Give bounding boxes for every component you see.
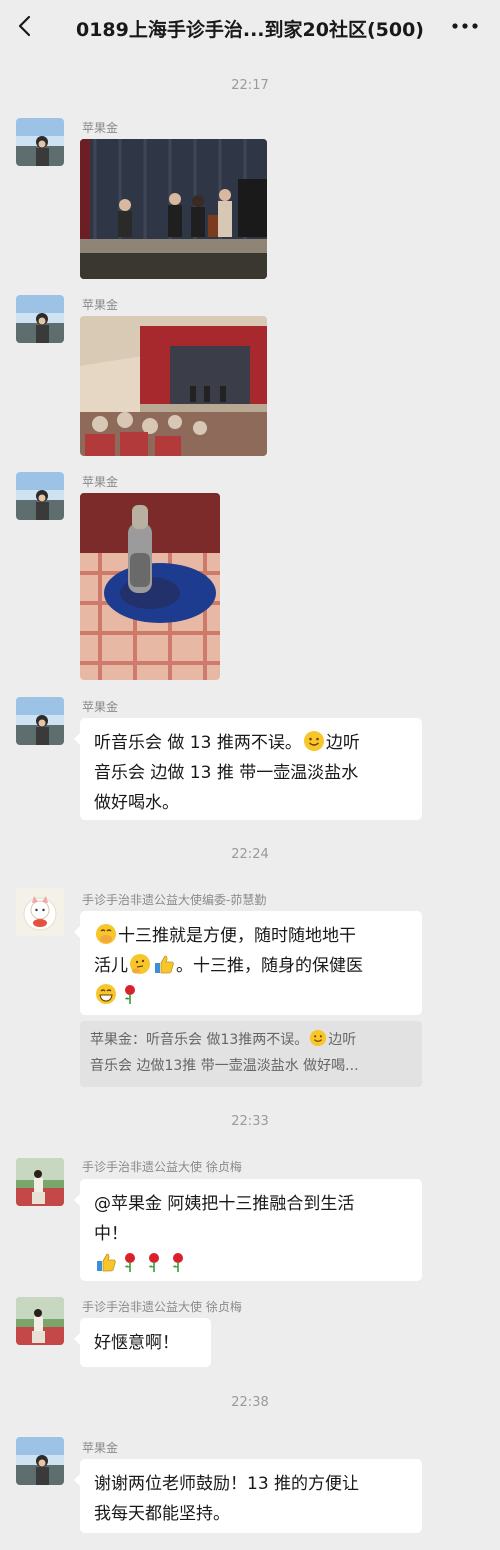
sender-name: 手诊手治非遗公益大使 徐贞梅 — [82, 1160, 242, 1174]
message-bubble[interactable]: @苹果金 阿姨把十三推融合到生活 中！ — [74, 1179, 422, 1281]
rose-emoji — [143, 1251, 165, 1273]
chat-title: 0189上海手诊手治...到家20社区(500) — [75, 19, 424, 41]
message-line — [94, 981, 408, 1011]
message-line: 谢谢两位老师鼓励！13 推的方便让 — [94, 1474, 360, 1494]
quoted-message[interactable]: 苹果金：听音乐会 做13推两不误。 边听 音乐会 边做13推 带一壶温淡盐水 做好… — [80, 1021, 422, 1087]
avatar-pingguojin[interactable] — [16, 118, 64, 166]
quote-line: 音乐会 边做13推 带一壶温淡盐水 做好喝... — [90, 1058, 359, 1074]
message-line — [94, 1249, 408, 1279]
message-line: 中！ — [94, 1224, 128, 1244]
sender-name: 手诊手治非遗公益大使 徐贞梅 — [82, 1300, 242, 1314]
thinking-emoji — [129, 953, 151, 975]
grinning-emoji — [95, 983, 117, 1005]
rose-emoji — [119, 983, 141, 1005]
rose-emoji — [119, 1251, 141, 1273]
avatar-xu-zhenmei[interactable] — [16, 1297, 64, 1345]
avatar-xu-zhenmei[interactable] — [16, 1158, 64, 1206]
timestamp: 22:17 — [231, 78, 269, 93]
message-bubble[interactable]: 好惬意啊！ — [74, 1318, 211, 1367]
message-bubble[interactable]: 十三推就是方便，随时随地地干 活儿 。十三推，随身的保健医 — [74, 911, 422, 1015]
message-line: 做好喝水。 — [94, 793, 179, 813]
avatar-mao-huiqin[interactable] — [16, 888, 64, 936]
message-line: 活儿 。十三推，随身的保健医 — [94, 951, 408, 981]
concert-hall-audience-photo[interactable] — [80, 316, 267, 456]
quote-line: 苹果金：听音乐会 做13推两不误。 边听 — [90, 1027, 412, 1053]
massage-tool-on-plaid-lap-photo[interactable] — [80, 493, 220, 680]
rose-emoji — [167, 1251, 189, 1273]
timestamp: 22:33 — [231, 1114, 269, 1129]
thumbs-up-emoji — [95, 1251, 117, 1273]
timestamp: 22:24 — [231, 847, 269, 862]
sender-name: 苹果金 — [82, 475, 119, 489]
message-line: 我每天都能坚持。 — [94, 1504, 230, 1524]
message-line: 音乐会 边做 13 推 带一壶温淡盐水 — [94, 763, 359, 783]
hand-over-mouth-emoji — [95, 923, 117, 945]
sender-name: 苹果金 — [82, 121, 119, 135]
sender-name: 苹果金 — [82, 298, 119, 312]
chat-screen: 0189上海手诊手治...到家20社区(500) 22:17 苹果金 苹果金 苹… — [0, 0, 500, 1550]
message-line: @苹果金 阿姨把十三推融合到生活 — [94, 1194, 355, 1214]
avatar-pingguojin[interactable] — [16, 1437, 64, 1485]
more-dots-icon[interactable] — [448, 14, 482, 38]
sender-name: 苹果金 — [82, 700, 119, 714]
chevron-left-icon[interactable] — [12, 12, 40, 40]
message-line: 十三推就是方便，随时随地地干 — [94, 921, 408, 951]
message-line: 好惬意啊！ — [94, 1333, 179, 1353]
message-bubble[interactable]: 听音乐会 做 13 推两不误。 边听 音乐会 边做 13 推 带一壶温淡盐水 做好… — [74, 718, 422, 820]
smile-emoji — [309, 1029, 327, 1047]
avatar-pingguojin[interactable] — [16, 697, 64, 745]
sender-name: 苹果金 — [82, 1441, 119, 1455]
sender-name: 手诊手治非遗公益大使编委-茆慧勤 — [82, 893, 267, 907]
string-quartet-on-stage-photo[interactable] — [80, 139, 267, 279]
thumbs-up-emoji — [153, 953, 175, 975]
avatar-pingguojin[interactable] — [16, 295, 64, 343]
message-line: 听音乐会 做 13 推两不误。 边听 — [94, 728, 408, 758]
timestamp: 22:38 — [231, 1395, 269, 1410]
avatar-pingguojin[interactable] — [16, 472, 64, 520]
message-bubble[interactable]: 谢谢两位老师鼓励！13 推的方便让 我每天都能坚持。 — [74, 1459, 422, 1533]
chat-header: 0189上海手诊手治...到家20社区(500) — [0, 0, 500, 52]
smile-emoji — [303, 730, 325, 752]
